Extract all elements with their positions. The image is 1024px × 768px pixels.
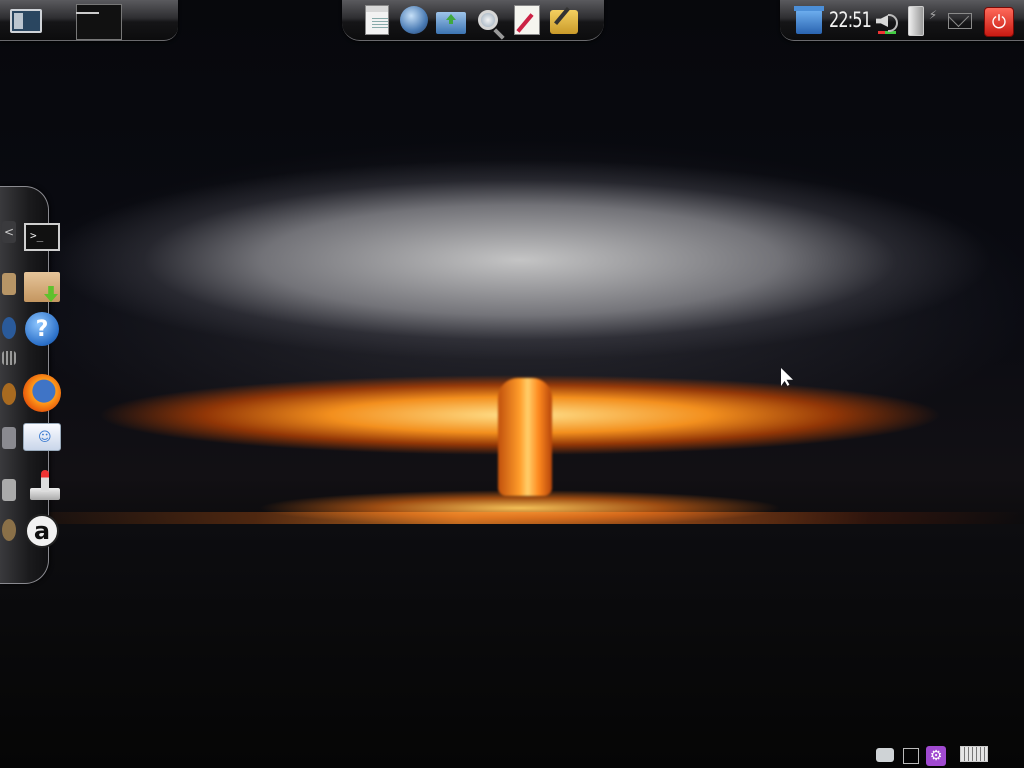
desktop-wallpaper: [0, 0, 1024, 768]
keyboard-icon[interactable]: [960, 746, 988, 762]
file-manager-icon[interactable]: [436, 5, 466, 35]
games-icon[interactable]: [22, 465, 62, 505]
firefox-icon[interactable]: [22, 373, 62, 413]
mail-icon[interactable]: [948, 13, 972, 29]
wallpaper-horizon: [0, 512, 1024, 524]
help-icon[interactable]: ?: [22, 309, 62, 349]
top-panel-tray: 22:51 ⚡ ⏻: [780, 0, 1024, 41]
volume-icon[interactable]: [874, 8, 898, 34]
battery-icon[interactable]: [908, 6, 924, 36]
dock-peek-item: [2, 479, 16, 501]
dock-prev-arrow[interactable]: <: [2, 221, 16, 243]
drawing-icon[interactable]: [549, 5, 579, 35]
show-desktop-icon[interactable]: [10, 9, 42, 33]
settings-icon[interactable]: ⚙: [926, 746, 946, 766]
amazon-glyph: a: [25, 514, 59, 548]
search-icon[interactable]: [473, 5, 503, 35]
chat-icon[interactable]: [876, 748, 894, 762]
power-plug-icon: ⚡: [928, 8, 938, 22]
terminal-prompt: >_: [24, 223, 60, 251]
dock-peek-item: [2, 427, 16, 449]
notes-icon[interactable]: [903, 748, 919, 764]
top-panel-left: [0, 0, 178, 41]
wallpaper-ground: [0, 524, 1024, 768]
amazon-icon[interactable]: a: [22, 511, 62, 551]
package-installer-icon[interactable]: [22, 267, 62, 307]
dock-peek-item: [2, 519, 16, 541]
help-glyph: ?: [25, 312, 59, 346]
workspace-switcher-icon[interactable]: [76, 4, 122, 40]
clock[interactable]: 22:51: [829, 6, 872, 34]
terminal-icon[interactable]: >_: [22, 217, 62, 257]
power-icon[interactable]: ⏻: [984, 7, 1014, 37]
update-manager-icon[interactable]: [399, 5, 429, 35]
application-dock: < >_ ? a: [0, 186, 61, 584]
dock-peek-item: [2, 273, 16, 295]
wallpaper-cloud-stem: [498, 378, 552, 496]
trash-icon[interactable]: [794, 6, 824, 34]
text-editor-icon[interactable]: [512, 5, 542, 35]
dock-peek-item: [2, 351, 16, 365]
dock-peek-item: [2, 383, 16, 405]
top-panel-launchers: [342, 0, 604, 41]
messenger-icon[interactable]: [22, 417, 62, 457]
volume-level: [878, 31, 896, 34]
dock-peek-item: [2, 317, 16, 339]
document-viewer-icon[interactable]: [362, 5, 392, 35]
